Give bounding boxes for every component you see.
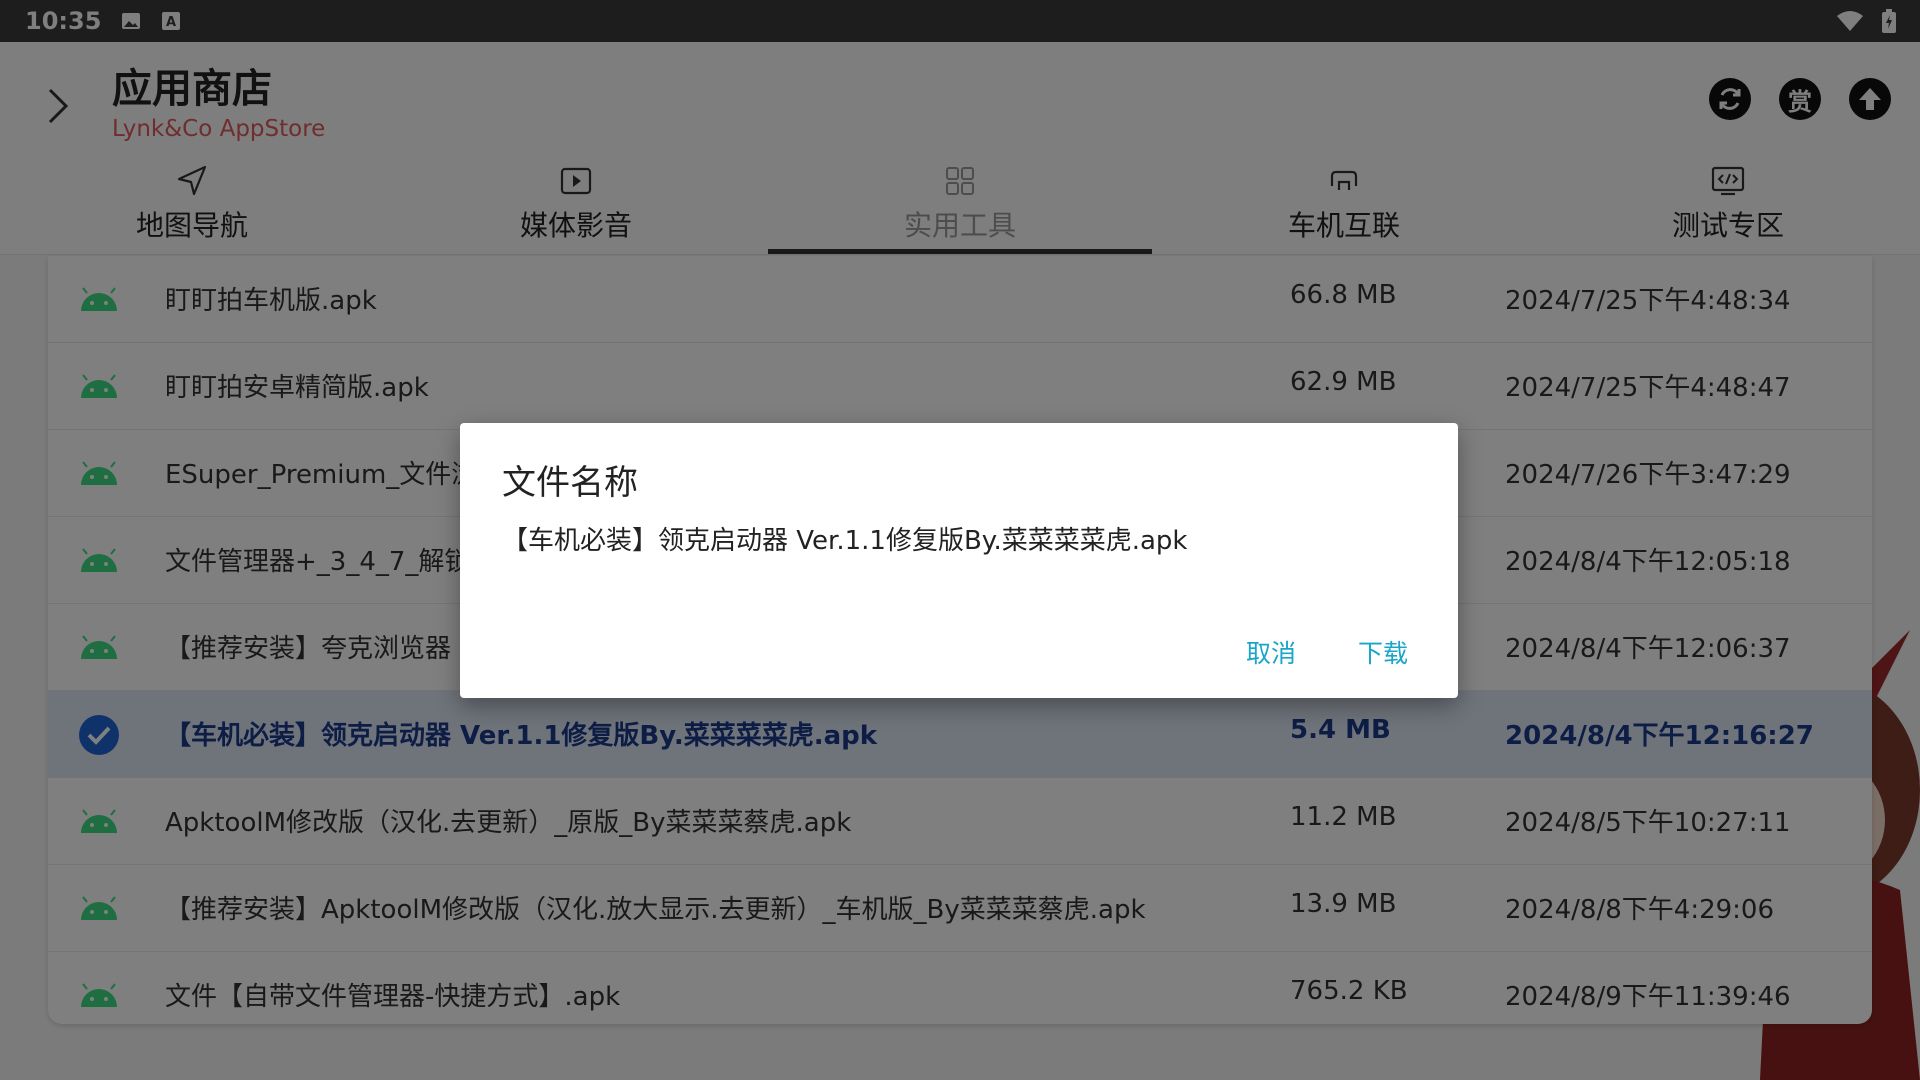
app-root: 10:35 A 应用商店 Lynk&Co AppStore [0, 0, 1920, 1080]
download-dialog: 文件名称 【车机必装】领克启动器 Ver.1.1修复版By.菜菜菜菜虎.apk … [460, 423, 1458, 698]
dialog-title: 文件名称 [502, 463, 638, 503]
cancel-button[interactable]: 取消 [1238, 630, 1304, 674]
dialog-message: 【车机必装】领克启动器 Ver.1.1修复版By.菜菜菜菜虎.apk [502, 526, 1188, 556]
download-button[interactable]: 下载 [1350, 630, 1416, 674]
